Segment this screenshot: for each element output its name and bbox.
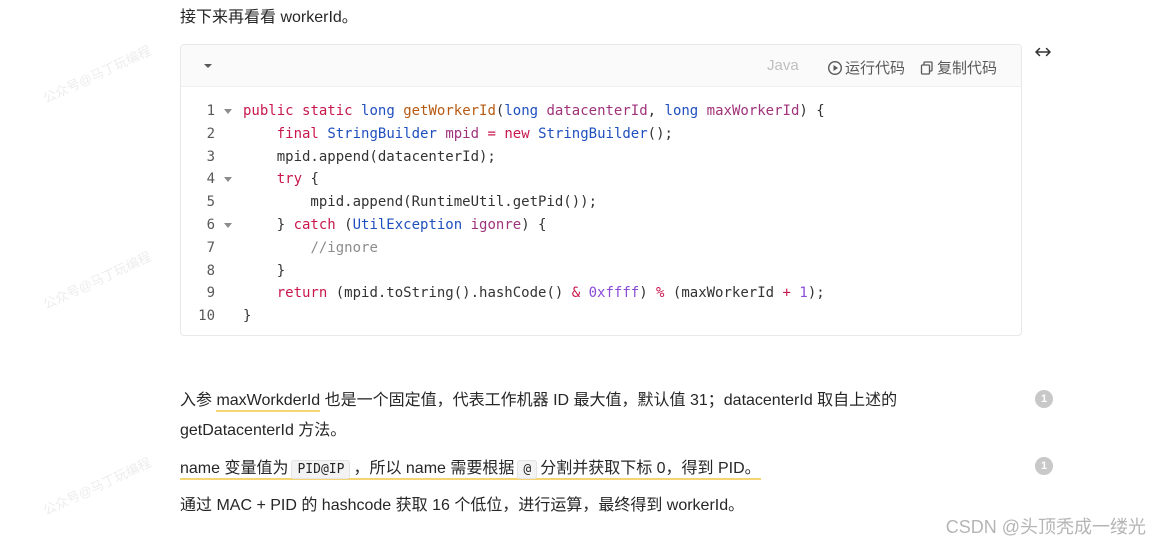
watermark: 公众号@马丁玩编程 <box>40 454 154 518</box>
run-code-button[interactable]: 运行代码 <box>827 57 905 78</box>
inline-code: @ <box>517 460 538 479</box>
line-number: 10 <box>198 308 215 325</box>
chevron-down-icon <box>204 64 212 68</box>
code-line: 5 mpid.append(RuntimeUtil.getPid()); <box>181 191 1021 214</box>
play-icon <box>827 60 843 75</box>
source-credit: CSDN @头顶秃成一缕光 <box>945 517 1146 537</box>
paragraph-name-variable: name 变量值为 PID@IP ，所以 name 需要根据 @ 分割并获取下标 0，得… <box>180 454 761 485</box>
code-line: 10} <box>181 305 1021 328</box>
line-number: 5 <box>206 194 215 211</box>
code-line: 2 final StringBuilder mpid = new StringB… <box>181 123 1021 146</box>
line-number: 1 <box>206 103 215 119</box>
copy-code-label: 复制代码 <box>937 60 998 77</box>
code-line: 1 public static long getWorkerId(long dat… <box>181 100 1021 123</box>
code-content[interactable]: 1 public static long getWorkerId(long dat… <box>181 87 1021 328</box>
code-language: Java <box>767 57 799 74</box>
highlighted-term[interactable]: maxWorkderId <box>216 392 321 412</box>
line-number: 7 <box>206 239 215 256</box>
code-line: 3 mpid.append(datacenterId); <box>181 146 1021 169</box>
paragraph-text: ，所以 name 需要根据 <box>353 460 515 477</box>
comment-count-badge[interactable]: 1 <box>1035 457 1053 475</box>
line-number: 9 <box>206 285 215 302</box>
paragraph-text: name 变量值为 <box>180 460 289 477</box>
code-line: 4 try { <box>181 168 1021 191</box>
line-number: 4 <box>206 171 215 188</box>
watermark: 公众号@马丁玩编程 <box>40 248 154 312</box>
paragraph-text: 分割并获取下标 0，得到 PID。 <box>540 460 761 477</box>
code-line: 9 return (mpid.toString().hashCode() & 0… <box>181 282 1021 305</box>
line-number: 3 <box>206 148 215 165</box>
intro-text: 接下来再看看 workerId。 <box>180 9 358 26</box>
watermark: 公众号@马丁玩编程 <box>40 42 154 106</box>
line-number: 6 <box>206 216 215 233</box>
fold-caret-icon <box>224 222 232 228</box>
fold-toggle[interactable] <box>215 100 243 123</box>
collapse-toggle[interactable] <box>201 59 215 73</box>
code-line: 8 } <box>181 260 1021 283</box>
expand-width-icon[interactable] <box>1034 44 1052 60</box>
fold-toggle[interactable] <box>215 168 243 191</box>
inline-code: PID@IP <box>291 460 351 479</box>
line-number: 2 <box>206 125 215 142</box>
copy-code-button[interactable]: 复制代码 <box>919 57 997 78</box>
paragraph-text: 入参 <box>180 392 217 409</box>
code-block: Java 运行代码 复制代码 1 public static long getWo… <box>180 44 1022 336</box>
paragraph-hashcode: 通过 MAC + PID 的 hashcode 获取 16 个低位，进行运算，最… <box>180 497 745 514</box>
comment-count-badge[interactable]: 1 <box>1035 390 1053 408</box>
code-toolbar: Java 运行代码 复制代码 <box>181 45 1021 87</box>
paragraph-maxworkerid: 入参 maxWorkderId 也是一个固定值，代表工作机器 ID 最大值，默认… <box>180 386 980 446</box>
line-number: 8 <box>206 262 215 279</box>
highlighted-sentence[interactable]: name 变量值为 PID@IP ，所以 name 需要根据 @ 分割并获取下标 0，得… <box>180 460 761 480</box>
code-line: 6 } catch (UtilException igonre) { <box>181 214 1021 237</box>
fold-caret-icon <box>224 177 232 183</box>
fold-toggle[interactable] <box>215 214 243 237</box>
run-code-label: 运行代码 <box>845 60 906 77</box>
copy-icon <box>920 60 933 75</box>
code-line: 7 //ignore <box>181 237 1021 260</box>
fold-caret-icon <box>224 109 232 114</box>
